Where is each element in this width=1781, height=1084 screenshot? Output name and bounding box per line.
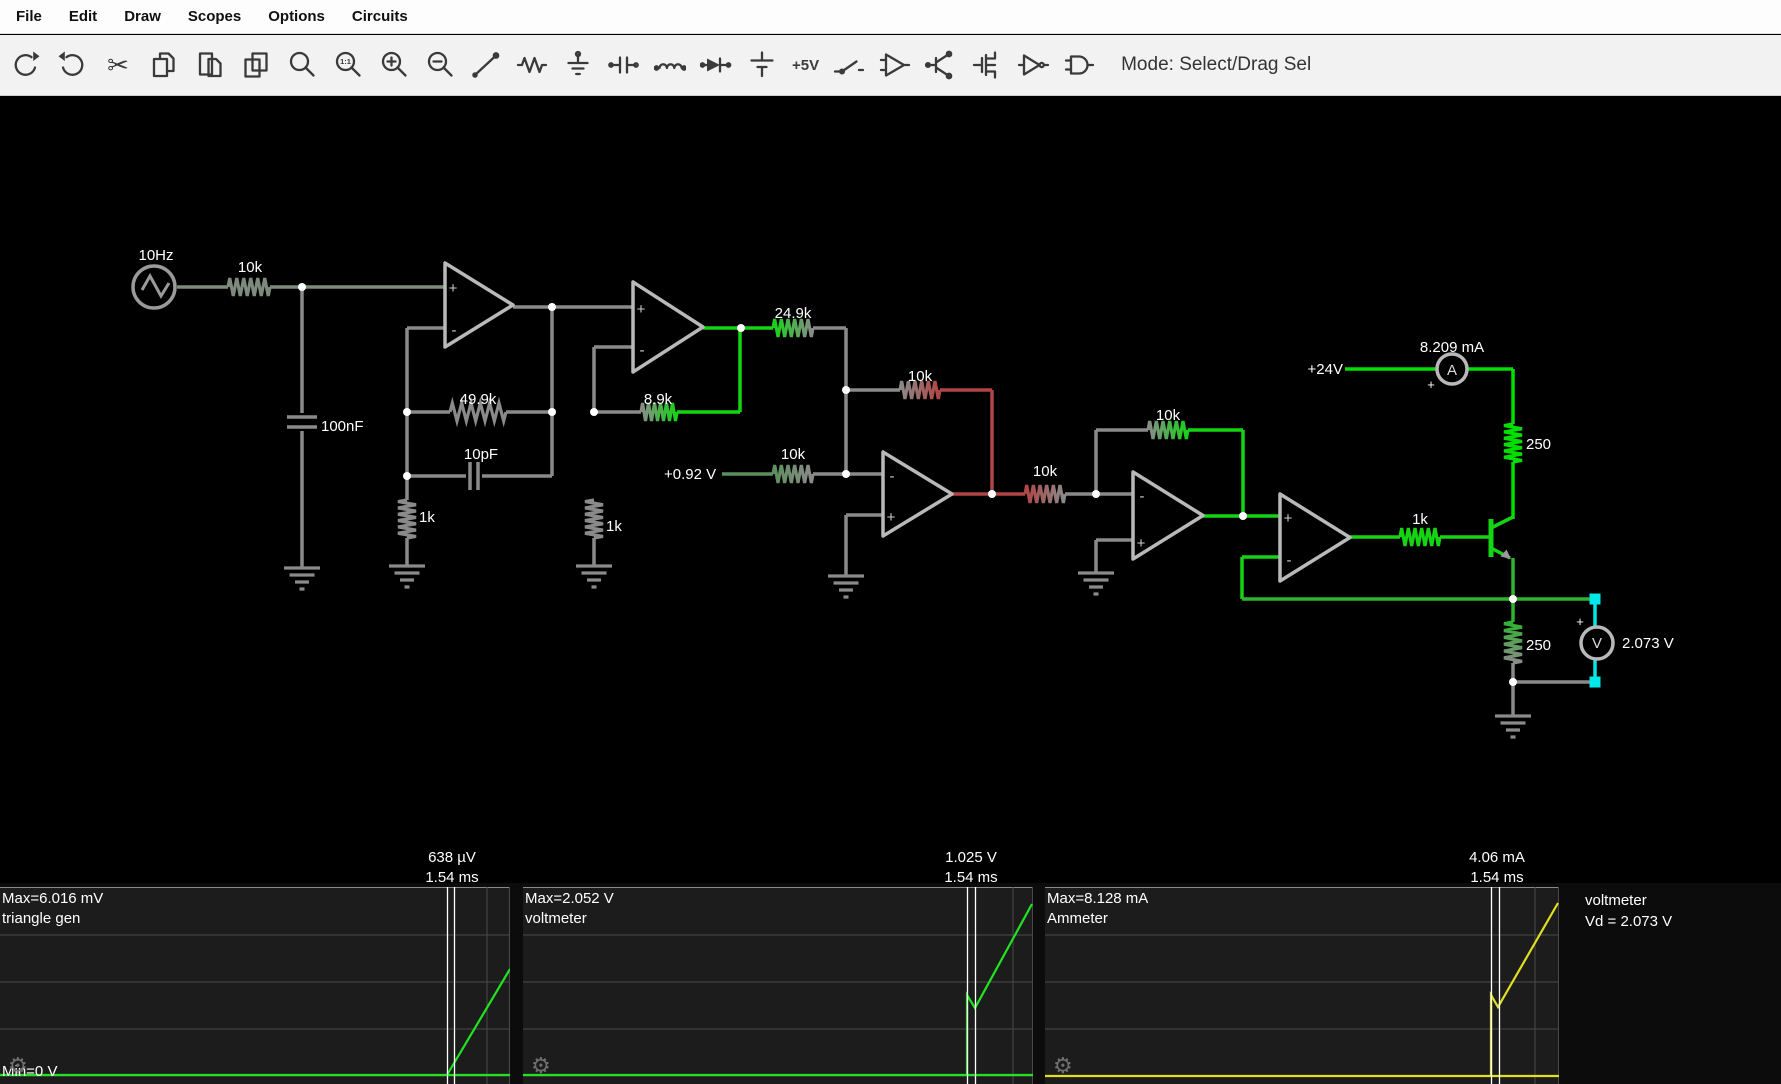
circuit-label: +: [637, 301, 646, 318]
circuit-label: 8.209 mA: [1420, 339, 1484, 356]
circuit-label: 10k: [1156, 407, 1181, 424]
ground-symbol[interactable]: [576, 566, 612, 587]
circuit-label: 10k: [238, 259, 263, 276]
junction-dot: [403, 408, 411, 416]
circuit-label: 10k: [781, 446, 806, 463]
junction-dot: [403, 472, 411, 480]
circuit-label: +: [1284, 510, 1293, 527]
ground-symbol[interactable]: [284, 568, 320, 589]
capacitor-10pf[interactable]: [470, 462, 478, 490]
resistor-1k-ground-1[interactable]: [398, 500, 416, 538]
junction-dot: [1509, 595, 1517, 603]
junction-dot: [298, 283, 306, 291]
resistor-10k-offset[interactable]: [773, 465, 813, 483]
circuit-label: +: [887, 509, 896, 526]
circuit-canvas[interactable]: 10Hz 10k 100nF 49.9k 10pF 1k 1k 8.9k 24.9k +0.92 …: [0, 0, 1781, 1084]
resistor-250-emitter[interactable]: [1504, 622, 1522, 663]
circuit-label: 1k: [419, 509, 435, 526]
circuit-label: 250: [1526, 637, 1551, 654]
circuit-label: +0.92 V: [664, 466, 716, 483]
circuit-label: V: [1592, 635, 1602, 652]
voltmeter-terminal[interactable]: [1590, 677, 1601, 688]
circuit-label: +: [1137, 535, 1146, 552]
circuit-label: +24V: [1308, 361, 1343, 378]
junction-dot: [1509, 678, 1517, 686]
circuit-label: 10Hz: [138, 247, 173, 264]
resistor-1k-ground-2[interactable]: [585, 500, 603, 538]
voltmeter-terminal[interactable]: [1590, 594, 1601, 605]
ground-symbol[interactable]: [1495, 716, 1531, 737]
transistor-npn[interactable]: [1491, 517, 1513, 559]
circuit-label: +: [449, 280, 458, 297]
circuit-label: 8.9k: [644, 391, 673, 408]
junction-dot: [1239, 512, 1247, 520]
circuit-label: 24.9k: [775, 305, 812, 322]
junction-dot: [548, 303, 556, 311]
junction-dot: [842, 386, 850, 394]
junction-dot: [988, 490, 996, 498]
circuit-label: -: [890, 468, 895, 485]
circuit-label: -: [1140, 488, 1145, 505]
junction-dot: [590, 408, 598, 416]
junction-dot: [1092, 490, 1100, 498]
resistor-10k-stage4-input[interactable]: [1025, 485, 1065, 503]
triangle-wave-source[interactable]: [133, 266, 175, 308]
circuit-label: -: [452, 322, 457, 339]
ground-symbol[interactable]: [1078, 573, 1114, 594]
circuit-label: -: [640, 342, 645, 359]
circuit-label: 10k: [1033, 463, 1058, 480]
circuit-label: +: [1576, 614, 1584, 629]
circuit-label: 1k: [606, 518, 622, 535]
circuitjs-app: FileEditDrawScopesOptionsCircuits ✂ 1:1 …: [0, 0, 1781, 1084]
circuit-label: 10pF: [464, 446, 498, 463]
junction-dot: [737, 324, 745, 332]
resistor-10k-input[interactable]: [228, 278, 270, 296]
circuit-label: 1k: [1412, 511, 1428, 528]
circuit-label: A: [1447, 362, 1457, 379]
circuit-label: +: [1427, 377, 1435, 392]
circuit-label: -: [1287, 552, 1292, 569]
resistor-1k-base[interactable]: [1400, 528, 1440, 546]
ground-symbol[interactable]: [389, 566, 425, 587]
circuit-label: 2.073 V: [1622, 635, 1674, 652]
junction-dot: [842, 470, 850, 478]
resistor-250-collector[interactable]: [1504, 424, 1522, 462]
ground-symbol[interactable]: [828, 576, 864, 597]
circuit-label: 100nF: [321, 418, 364, 435]
capacitor-100nf[interactable]: [287, 417, 317, 427]
circuit-label: 10k: [908, 368, 933, 385]
circuit-label: 250: [1526, 436, 1551, 453]
junction-dot: [548, 408, 556, 416]
circuit-label: 49.9k: [460, 391, 497, 408]
